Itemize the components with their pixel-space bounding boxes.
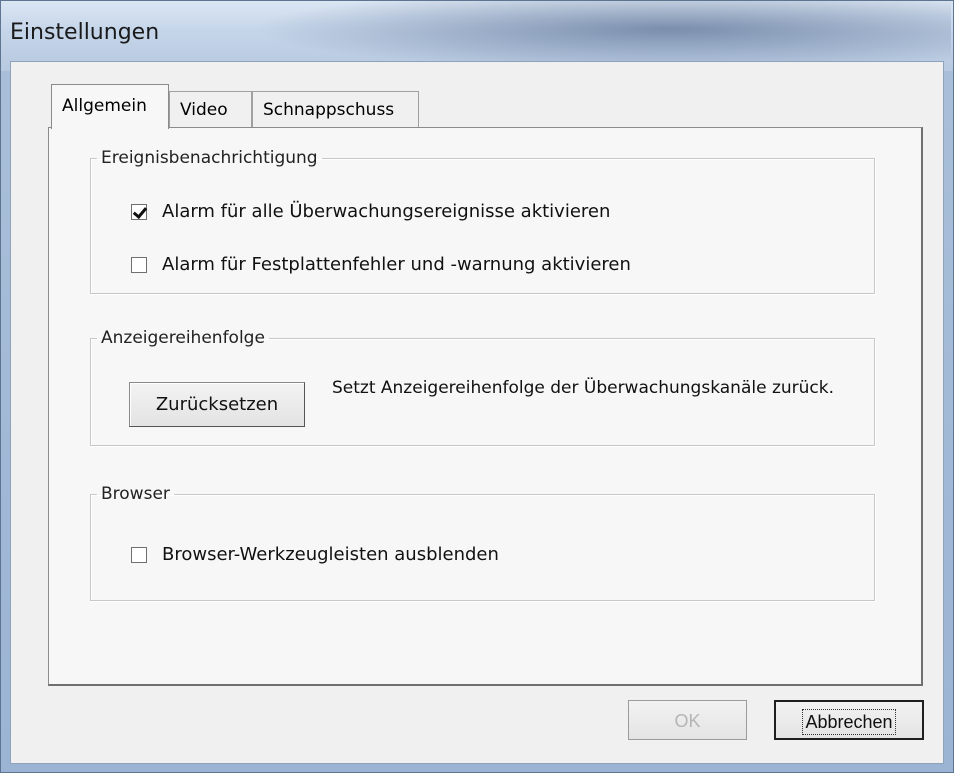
- display-order-title: Anzeigereihenfolge: [101, 328, 265, 348]
- alarm-disk-errors-checkbox[interactable]: [131, 256, 147, 273]
- tab-schnappschuss[interactable]: Schnappschuss: [252, 91, 419, 128]
- tab-allgemein[interactable]: Allgemein: [51, 84, 169, 129]
- browser-group: Browser Browser-Werkzeugleisten ausblend…: [90, 484, 875, 601]
- cancel-button-label: Abbrechen: [802, 709, 896, 735]
- display-order-group: Anzeigereihenfolge Zurücksetzen Setzt An…: [90, 328, 875, 446]
- alarm-monitoring-events-checkbox[interactable]: [131, 203, 147, 220]
- alarm-monitoring-events-option[interactable]: Alarm für alle Überwachungsereignisse ak…: [131, 201, 610, 222]
- tab-video[interactable]: Video: [169, 91, 252, 128]
- tab-panel-allgemein: Ereignisbenachrichtigung Alarm für alle …: [48, 127, 923, 686]
- dialog-body: Allgemein Video Schnappschuss Ereignisbe…: [10, 61, 944, 764]
- alarm-disk-errors-label: Alarm für Festplattenfehler und -warnung…: [162, 254, 631, 275]
- ok-button[interactable]: OK: [628, 700, 747, 740]
- event-notification-title: Ereignisbenachrichtigung: [101, 148, 318, 168]
- cancel-button[interactable]: Abbrechen: [774, 700, 924, 740]
- alarm-disk-errors-option[interactable]: Alarm für Festplattenfehler und -warnung…: [131, 254, 631, 275]
- settings-dialog: Einstellungen Allgemein Video Schnappsch…: [0, 0, 954, 773]
- display-order-description: Setzt Anzeigereihenfolge der Überwachung…: [332, 378, 834, 398]
- event-notification-group: Ereignisbenachrichtigung Alarm für alle …: [90, 148, 875, 294]
- browser-title: Browser: [101, 484, 170, 504]
- window-title: Einstellungen: [10, 20, 160, 45]
- hide-browser-toolbars-checkbox[interactable]: [131, 546, 147, 563]
- reset-button[interactable]: Zurücksetzen: [129, 382, 305, 427]
- hide-browser-toolbars-option[interactable]: Browser-Werkzeugleisten ausblenden: [131, 544, 499, 565]
- alarm-monitoring-events-label: Alarm für alle Überwachungsereignisse ak…: [162, 201, 611, 222]
- hide-browser-toolbars-label: Browser-Werkzeugleisten ausblenden: [162, 544, 499, 565]
